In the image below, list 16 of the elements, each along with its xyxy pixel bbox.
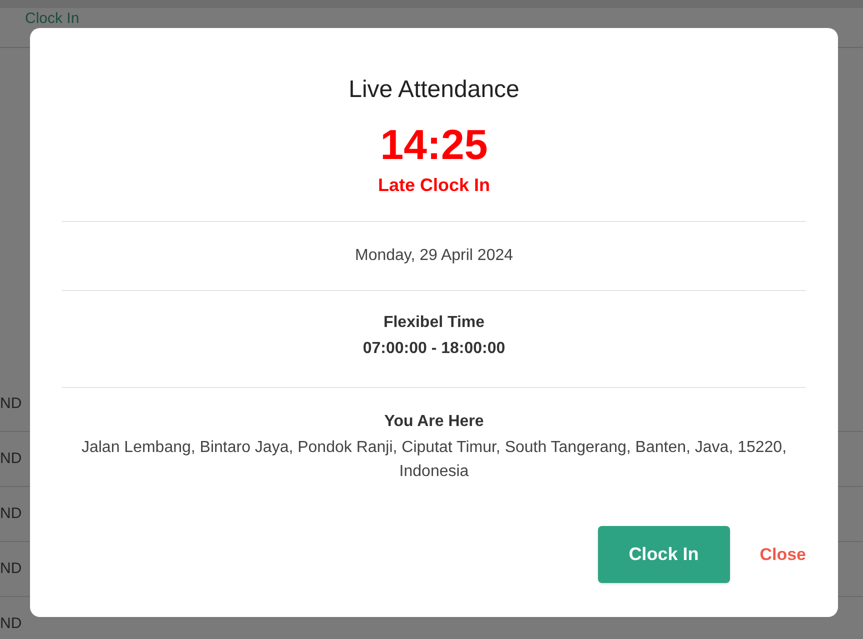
dialog-title: Live Attendance bbox=[348, 75, 520, 105]
address-text: Jalan Lembang, Bintaro Jaya, Pondok Ranji, Ciputat Timur, South Tangerang, Banten, Java, 15220, Indonesia bbox=[80, 438, 788, 482]
close-button[interactable]: Close bbox=[760, 542, 806, 568]
table-cell-text: ND bbox=[0, 448, 22, 469]
clock-in-button[interactable]: Clock In bbox=[598, 526, 730, 583]
table-cell-text: ND bbox=[0, 558, 22, 579]
table-cell-text: ND bbox=[0, 504, 22, 524]
location-label: You Are Here bbox=[384, 412, 484, 432]
table-cell-text: ND bbox=[0, 394, 22, 414]
late-status: Late Clock In bbox=[378, 174, 490, 197]
date-text: Monday, 29 April 2024 bbox=[354, 246, 514, 266]
table-cell-text: ND bbox=[0, 614, 22, 634]
schedule-hours: 07:00:00 - 18:00:00 bbox=[362, 339, 506, 359]
clock-time: 14:25 bbox=[380, 122, 488, 168]
schedule-label: Flexibel Time bbox=[383, 313, 485, 333]
column-header: Clock In bbox=[25, 9, 80, 29]
